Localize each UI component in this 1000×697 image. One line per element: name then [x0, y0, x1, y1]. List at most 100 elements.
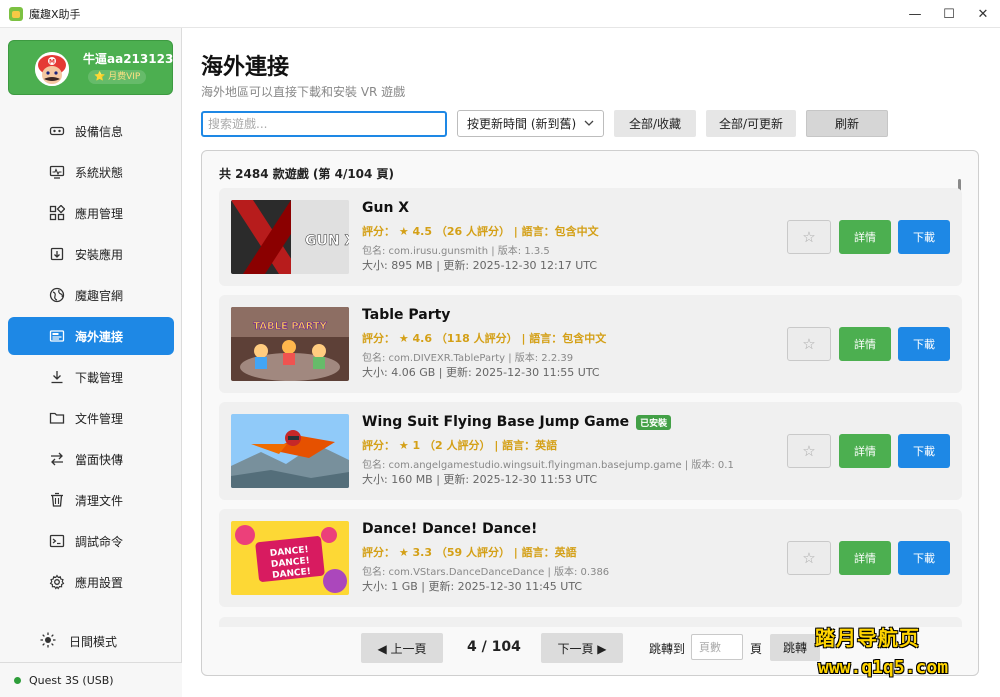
sidebar-item-debug-command[interactable]: 調試命令 — [8, 522, 174, 560]
apps-grid-icon — [48, 204, 66, 222]
download-icon — [48, 368, 66, 386]
favorite-button[interactable]: ☆ — [787, 220, 831, 254]
favorite-button[interactable]: ☆ — [787, 434, 831, 468]
app-logo-icon — [9, 6, 23, 21]
sidebar-item-file-management[interactable]: 文件管理 — [8, 399, 174, 437]
folder-icon — [48, 409, 66, 427]
details-button[interactable]: 詳情 — [839, 541, 891, 575]
game-card-table-party: TABLE PARTY Table Party 評分： ★ 4.6 （118 人… — [219, 295, 962, 393]
trash-icon — [48, 491, 66, 509]
page-number-input[interactable] — [691, 634, 743, 660]
sidebar-item-app-settings[interactable]: 應用設置 — [8, 563, 174, 601]
avatar: M — [35, 52, 69, 86]
sidebar-item-system-status[interactable]: 系統狀態 — [8, 153, 174, 191]
filter-favorites-button[interactable]: 全部/收藏 — [614, 110, 696, 137]
favorite-button[interactable]: ☆ — [787, 541, 831, 575]
close-button[interactable]: ✕ — [966, 0, 1000, 28]
terminal-icon — [48, 532, 66, 550]
game-title: Gun X — [362, 200, 410, 216]
prev-page-button[interactable]: ◀ 上一頁 — [361, 633, 443, 663]
watermark-url: www.q1q5.com — [818, 657, 949, 678]
game-card-wing-suit: Wing Suit Flying Base Jump Game 已安裝 評分： ★… — [219, 402, 962, 500]
title-bar: 魔趣X助手 — ☐ ✕ — [0, 0, 1000, 28]
game-thumbnail: GUN X — [231, 200, 349, 274]
connection-status-dot — [14, 676, 21, 684]
game-rating: 評分： ★ 4.6 （118 人評分） | 語言：包含中文 — [362, 332, 607, 345]
device-info-icon — [48, 122, 66, 140]
sidebar-item-clean-files[interactable]: 清理文件 — [8, 481, 174, 519]
refresh-button[interactable]: 刷新 — [806, 110, 888, 137]
main-content: 海外連接 海外地區可以直接下載和安裝 VR 遊戲 按更新時間 (新到舊) 全部/… — [182, 28, 1000, 697]
sidebar: M 牛逼aa213123 ⭐ 月费VIP 設備信息 系統狀態 應用管理 安裝應用… — [0, 28, 182, 697]
overseas-icon — [48, 327, 66, 345]
jump-button[interactable]: 跳轉 — [770, 634, 820, 661]
download-button[interactable]: 下載 — [898, 327, 950, 361]
sort-select[interactable]: 按更新時間 (新到舊) — [457, 110, 604, 137]
sidebar-item-device-info[interactable]: 設備信息 — [8, 112, 174, 150]
window-title: 魔趣X助手 — [29, 7, 81, 21]
game-title: Table Party — [362, 307, 451, 323]
game-card-dance: DANCE! DANCE! DANCE! Dance! Dance! Dance… — [219, 509, 962, 607]
user-name: 牛逼aa213123 — [83, 52, 174, 66]
sort-select-value: 按更新時間 (新到舊) — [467, 117, 577, 131]
game-package: 包名: com.irusu.gunsmith | 版本: 1.3.5 — [362, 246, 550, 257]
day-mode-toggle[interactable]: 日間模式 — [40, 632, 117, 651]
game-size-updated: 大小: 895 MB | 更新: 2025-12-30 12:17 UTC — [362, 259, 598, 272]
install-icon — [48, 245, 66, 263]
installed-badge: 已安裝 — [636, 414, 672, 430]
page-unit-label: 頁 — [750, 642, 763, 656]
game-count: 共 2484 款遊戲 (第 4/104 頁) — [219, 167, 395, 181]
sidebar-item-install-app[interactable]: 安裝應用 — [8, 235, 174, 273]
svg-text:TABLE PARTY: TABLE PARTY — [253, 321, 327, 332]
settings-icon — [48, 573, 66, 591]
details-button[interactable]: 詳情 — [839, 434, 891, 468]
game-thumbnail: DANCE! DANCE! DANCE! — [231, 521, 349, 595]
sidebar-item-official-site[interactable]: 魔趣官網 — [8, 276, 174, 314]
favorite-button[interactable]: ☆ — [787, 327, 831, 361]
sidebar-item-app-management[interactable]: 應用管理 — [8, 194, 174, 232]
download-button[interactable]: 下載 — [898, 541, 950, 575]
game-rating: 評分： ★ 4.5 （26 人評分） | 語言：包含中文 — [362, 225, 599, 238]
game-rating: 評分： ★ 1 （2 人評分） | 語言：英語 — [362, 439, 558, 452]
sidebar-item-download-management[interactable]: 下載管理 — [8, 358, 174, 396]
watermark-title: 踏月导航页 — [815, 626, 920, 650]
game-thumbnail — [231, 414, 349, 488]
svg-text:M: M — [49, 59, 55, 66]
jump-label: 跳轉到 — [649, 642, 686, 656]
page-title: 海外連接 — [201, 55, 290, 80]
sidebar-nav: 設備信息 系統狀態 應用管理 安裝應用 魔趣官網 海外連接 下載管理 文件管理 — [8, 112, 174, 604]
details-button[interactable]: 詳情 — [839, 327, 891, 361]
game-package: 包名: com.angelgamestudio.wingsuit.flyingm… — [362, 460, 734, 471]
device-status-text: Quest 3S (USB) — [29, 673, 114, 687]
page-indicator: 4 / 104 — [467, 639, 521, 655]
game-rating: 評分： ★ 3.3 （59 人評分） | 語言：英語 — [362, 546, 577, 559]
device-status-bar: Quest 3S (USB) — [0, 662, 182, 697]
user-card[interactable] — [8, 40, 173, 95]
search-input[interactable] — [201, 111, 447, 137]
globe-icon — [48, 286, 66, 304]
maximize-button[interactable]: ☐ — [932, 0, 966, 28]
details-button[interactable]: 詳情 — [839, 220, 891, 254]
download-button[interactable]: 下載 — [898, 434, 950, 468]
game-card-gun-x: GUN X Gun X 評分： ★ 4.5 （26 人評分） | 語言：包含中文… — [219, 188, 962, 286]
svg-text:GUN X: GUN X — [305, 233, 349, 249]
filter-updatable-button[interactable]: 全部/可更新 — [706, 110, 796, 137]
game-package: 包名: com.DIVEXR.TableParty | 版本: 2.2.39 — [362, 353, 574, 364]
sidebar-item-overseas[interactable]: 海外連接 — [8, 317, 174, 355]
transfer-icon — [48, 450, 66, 468]
game-title: Wing Suit Flying Base Jump Game — [362, 414, 630, 430]
next-page-button[interactable]: 下一頁 ▶ — [541, 633, 623, 663]
game-size-updated: 大小: 4.06 GB | 更新: 2025-12-30 11:55 UTC — [362, 366, 600, 379]
page-subtitle: 海外地區可以直接下載和安裝 VR 遊戲 — [201, 85, 406, 99]
game-size-updated: 大小: 1 GB | 更新: 2025-12-30 11:45 UTC — [362, 580, 583, 593]
game-thumbnail: TABLE PARTY — [231, 307, 349, 381]
download-button[interactable]: 下載 — [898, 220, 950, 254]
minimize-button[interactable]: — — [898, 0, 932, 28]
game-list-panel: 共 2484 款遊戲 (第 4/104 頁) GUN X Gun X 評分： ★… — [201, 150, 979, 676]
system-status-icon — [48, 163, 66, 181]
game-package: 包名: com.VStars.DanceDanceDance | 版本: 0.3… — [362, 567, 610, 578]
vip-badge: ⭐ 月费VIP — [88, 70, 147, 84]
sidebar-item-quick-transfer[interactable]: 當面快傳 — [8, 440, 174, 478]
game-size-updated: 大小: 160 MB | 更新: 2025-12-30 11:53 UTC — [362, 473, 598, 486]
chevron-down-icon — [583, 117, 595, 132]
